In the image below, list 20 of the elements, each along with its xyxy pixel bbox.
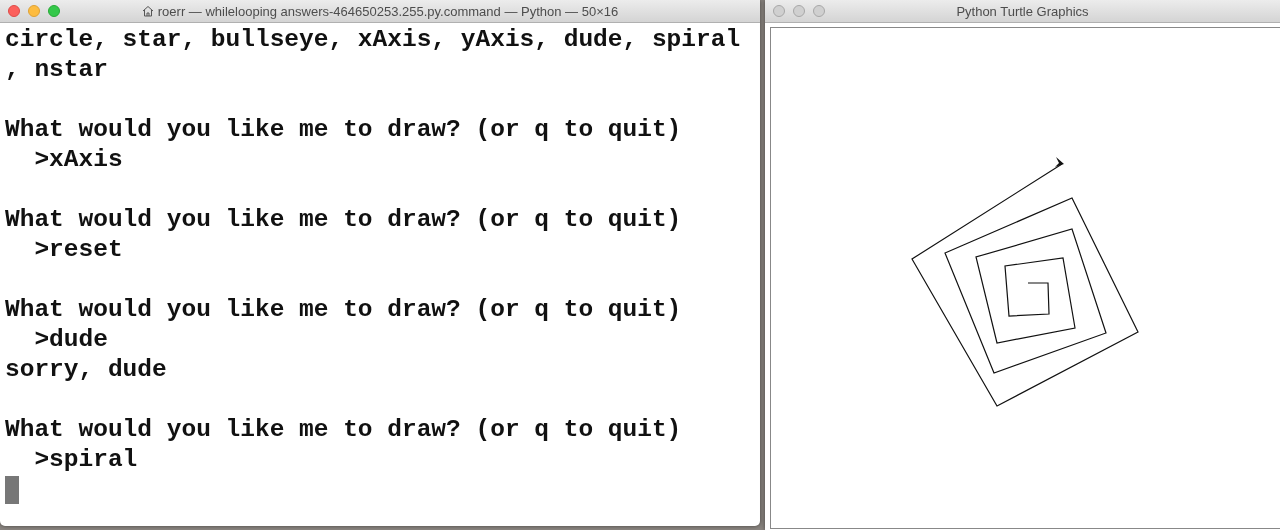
terminal-line: >dude <box>33 325 108 355</box>
terminal-line: >xAxis <box>33 145 123 175</box>
terminal-line: sorry, dude <box>5 355 167 385</box>
terminal-line: , nstar <box>5 55 108 85</box>
terminal-line: What would you like me to draw? (or q to quit) <box>5 115 682 145</box>
terminal-line: circle, star, bullseye, xAxis, yAxis, dude, spiral <box>5 25 741 55</box>
minimize-button[interactable] <box>793 5 805 17</box>
terminal-line: >spiral <box>33 445 138 475</box>
zoom-button[interactable] <box>48 5 60 17</box>
window-title: roerr — whilelooping answers-464650253.255.py.command — Python — 50×16 <box>157 3 619 19</box>
home-icon <box>141 5 154 17</box>
terminal-line: >reset <box>33 235 123 265</box>
window-title: Python Turtle Graphics <box>955 3 1090 19</box>
terminal-line: What would you like me to draw? (or q to quit) <box>5 415 682 445</box>
close-button[interactable] <box>8 5 20 17</box>
zoom-button[interactable] <box>813 5 825 17</box>
terminal-line: What would you like me to draw? (or q to quit) <box>5 205 682 235</box>
minimize-button[interactable] <box>28 5 40 17</box>
terminal-line: What would you like me to draw? (or q to quit) <box>5 295 682 325</box>
close-button[interactable] <box>773 5 785 17</box>
